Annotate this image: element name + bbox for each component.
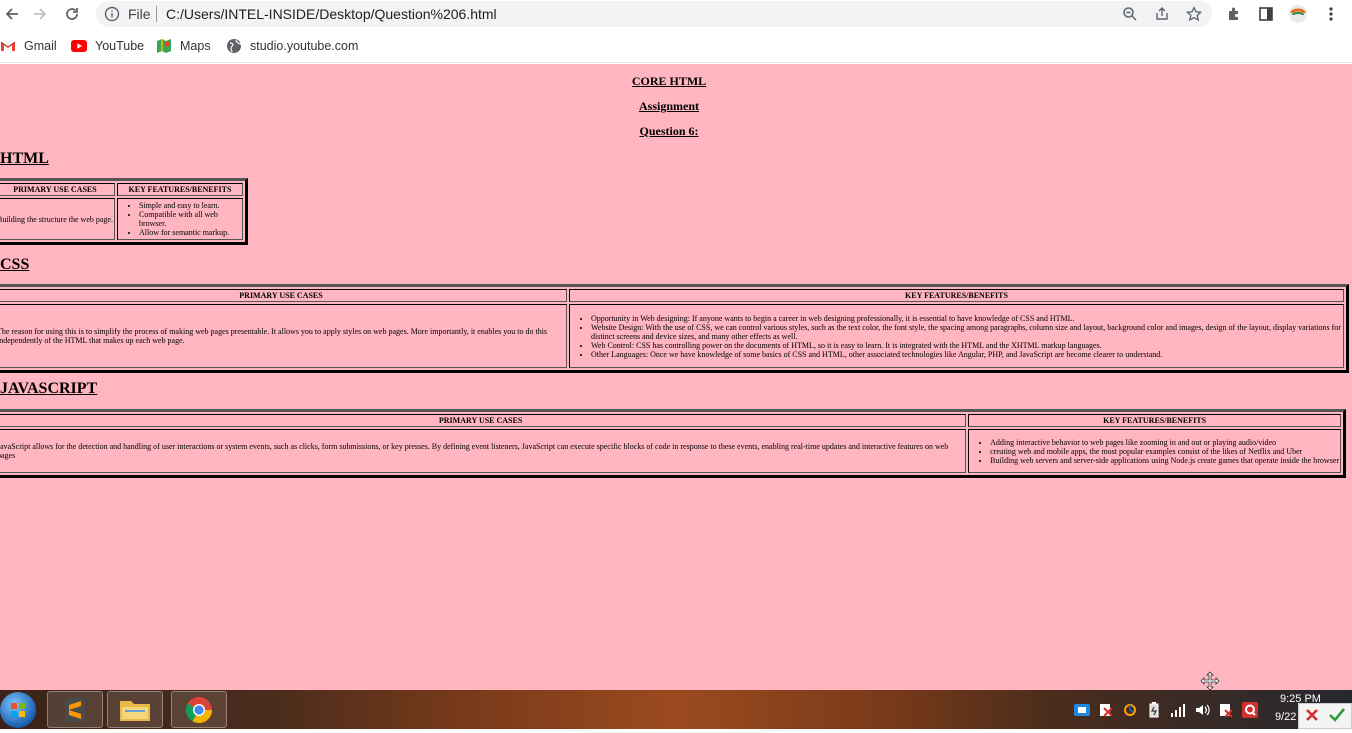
javascript-features-table: PRIMARY USE CASES KEY FEATURES/BENEFITS … [0,409,1346,478]
table-row: JavaScript allows for the detection and … [0,429,1341,473]
bookmark-label: studio.youtube.com [250,39,359,53]
list-item: Adding interactive behavior to web pages… [990,438,1339,447]
bookmark-label: Maps [180,39,211,53]
list-item: Building web servers and server-side app… [990,456,1339,465]
confirm-panel [1298,703,1352,729]
extensions-puzzle-icon[interactable] [1223,3,1245,25]
table-header-row: PRIMARY USE CASES KEY FEATURES/BENEFITS [0,183,243,196]
features-list: Adding interactive behavior to web pages… [970,438,1339,465]
profile-avatar-icon[interactable] [1287,3,1309,25]
zoom-icon[interactable] [1120,5,1140,23]
list-item: Other Languages: Once we have knowledge … [591,350,1342,359]
taskbar [0,690,1352,729]
address-bar[interactable]: File C:/Users/INTEL-INSIDE/Desktop/Quest… [96,1,1212,27]
table-header-cell: KEY FEATURES/BENEFITS [569,289,1344,302]
globe-icon [226,38,242,54]
section-heading-css: CSS [0,256,30,273]
table-header-cell: KEY FEATURES/BENEFITS [116,183,243,196]
menu-kebab-icon[interactable] [1320,3,1342,25]
features-cell: Simple and easy to learn. Compatible wit… [116,198,243,240]
start-button[interactable] [0,692,36,728]
url-text[interactable]: C:/Users/INTEL-INSIDE/Desktop/Question%2… [166,6,497,22]
page-viewport: CORE HTML Assignment Question 6: HTML PR… [0,64,1352,690]
list-item: Opportunity in Web designing: If anyone … [591,314,1342,323]
browser-toolbar: File C:/Users/INTEL-INSIDE/Desktop/Quest… [0,0,1352,28]
use-case-cell: The reason for using this is to simplify… [0,304,567,368]
html-features-table: PRIMARY USE CASES KEY FEATURES/BENEFITS … [0,178,248,245]
clock-date[interactable]: 9/22 [1275,711,1296,723]
section-heading-javascript: JAVASCRIPT [0,380,98,397]
info-icon[interactable] [104,6,120,22]
tray-flag-icon[interactable] [1098,702,1114,718]
address-divider [156,6,157,22]
reload-icon [66,8,78,20]
table-header-cell: PRIMARY USE CASES [0,289,567,302]
table-header-cell: PRIMARY USE CASES [0,183,115,196]
table-row: Building the structure the web page. Sim… [0,198,243,240]
bookmarks-bar: Gmail YouTube Maps studio.youtube.com [0,28,1352,63]
section-heading-html: HTML [0,150,49,167]
forward-arrow-icon [34,8,47,20]
forward-button[interactable] [28,2,52,26]
list-item: Simple and easy to learn. [139,201,241,210]
taskbar-google-chrome[interactable] [171,691,227,728]
tray-action-center-icon[interactable] [1218,702,1234,718]
bookmark-label: Gmail [24,39,57,53]
reload-button[interactable] [60,2,84,26]
side-panel-icon[interactable] [1255,3,1277,25]
youtube-icon [71,38,87,54]
sublime-text-icon [65,697,85,722]
bookmark-studio-youtube[interactable]: studio.youtube.com [226,37,358,55]
table-header-cell: KEY FEATURES/BENEFITS [968,414,1341,427]
features-cell: Adding interactive behavior to web pages… [968,429,1341,473]
tray-battery-icon[interactable] [1146,702,1162,718]
tray-q-app-icon[interactable] [1242,702,1258,718]
list-item: Compatible with all web browser. [139,210,241,228]
windows-logo-icon [11,703,25,717]
maps-icon [156,38,172,54]
taskbar-file-explorer[interactable] [107,691,163,728]
bookmark-maps[interactable]: Maps [156,37,211,55]
features-cell: Opportunity in Web designing: If anyone … [569,304,1344,368]
table-header-row: PRIMARY USE CASES KEY FEATURES/BENEFITS [0,414,1341,427]
tray-sync-icon[interactable] [1122,702,1138,718]
tray-network-icon[interactable] [1170,702,1186,718]
table-header-row: PRIMARY USE CASES KEY FEATURES/BENEFITS [0,289,1344,302]
tray-volume-icon[interactable] [1194,702,1210,718]
chrome-icon [185,696,213,723]
back-arrow-icon [5,8,18,20]
table-row: The reason for using this is to simplify… [0,304,1344,368]
taskbar-sublime-text[interactable] [47,691,103,728]
list-item: Website Design: With the use of CSS, we … [591,323,1342,341]
features-list: Simple and easy to learn. Compatible wit… [119,201,241,237]
css-features-table: PRIMARY USE CASES KEY FEATURES/BENEFITS … [0,284,1349,373]
use-case-cell: JavaScript allows for the detection and … [0,429,967,473]
list-item: Allow for semantic markup. [139,228,241,237]
check-icon[interactable] [1329,708,1346,727]
tray-app-icon[interactable] [1074,702,1090,718]
use-case-cell: Building the structure the web page. [0,198,115,240]
page-subtitle: Assignment [638,99,699,113]
bookmark-label: YouTube [95,39,145,53]
url-scheme-label: File [128,6,151,22]
list-item: creating web and mobile apps, the most p… [990,447,1339,456]
back-button[interactable] [0,2,24,26]
question-label: Question 6: [639,124,699,138]
bookmark-gmail[interactable]: Gmail [0,37,57,55]
gmail-icon [0,38,16,54]
close-x-icon[interactable] [1305,708,1319,727]
bookmark-star-icon[interactable] [1184,5,1204,23]
features-list: Opportunity in Web designing: If anyone … [571,314,1342,359]
list-item: Web Control: CSS has controlling power o… [591,341,1342,350]
folder-icon [120,700,150,721]
page-title: CORE HTML [631,74,707,88]
share-icon[interactable] [1152,5,1172,23]
table-header-cell: PRIMARY USE CASES [0,414,967,427]
bookmark-youtube[interactable]: YouTube [71,37,144,55]
move-cursor-icon [1200,671,1220,690]
